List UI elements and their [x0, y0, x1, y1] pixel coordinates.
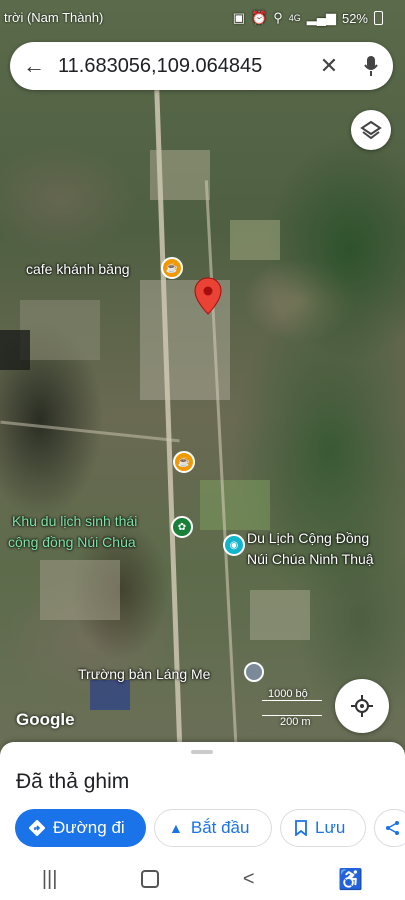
cafe-icon-2[interactable]: ☕: [173, 451, 195, 473]
signal-icon: ▂▄▆: [306, 10, 336, 25]
dropped-pin-icon[interactable]: [194, 277, 222, 315]
recent-apps-icon[interactable]: |||: [42, 868, 58, 891]
search-bar[interactable]: ← 11.683056,109.064845 ✕: [10, 42, 393, 90]
sheet-title: Đã thả ghim: [16, 770, 130, 793]
network-indicator: 4G: [288, 13, 301, 23]
tourism-camera-icon[interactable]: ◉: [223, 534, 245, 556]
layers-icon: [360, 120, 382, 140]
start-label: Bắt đầu: [190, 818, 250, 837]
status-left-text: trời (Nam Thành): [4, 10, 104, 25]
layers-button[interactable]: [351, 110, 391, 150]
scale-bar: 1000 bộ 200 m: [262, 688, 322, 728]
mic-icon[interactable]: [349, 55, 393, 77]
school-label[interactable]: Trường bản Láng Me: [78, 666, 210, 682]
navigation-arrow-icon: ▲: [169, 820, 183, 836]
scale-bottom: 200 m: [280, 716, 311, 728]
community-tourism-label-line2[interactable]: Núi Chúa Ninh Thuậ: [247, 551, 374, 567]
school-pin-icon[interactable]: [244, 662, 264, 682]
eco-tourism-label-line1[interactable]: Khu du lịch sinh thái: [12, 513, 137, 529]
back-icon[interactable]: <: [243, 868, 255, 891]
bookmark-icon: [295, 820, 307, 836]
alarm-icon: ⏰: [251, 10, 268, 25]
battery-icon: [374, 11, 383, 25]
directions-icon: [29, 820, 45, 836]
google-logo: Google: [16, 710, 75, 729]
home-icon[interactable]: [141, 870, 160, 888]
eco-tourism-label-line2[interactable]: cộng đồng Núi Chúa: [8, 534, 136, 550]
save-label: Lưu: [315, 818, 346, 837]
share-icon: [386, 821, 399, 835]
start-button[interactable]: ▲ Bắt đầu: [154, 809, 272, 847]
cafe-icon[interactable]: ☕: [161, 257, 183, 279]
satellite-map[interactable]: [0, 0, 405, 760]
cafe-label[interactable]: cafe khánh băng: [26, 261, 130, 277]
crosshair-icon: [351, 695, 373, 717]
directions-label: Đường đi: [53, 818, 125, 837]
community-tourism-label-line1[interactable]: Du Lịch Cộng Đồng: [247, 530, 369, 546]
location-icon: ⚲: [273, 10, 283, 25]
accessibility-icon[interactable]: ♿: [338, 867, 363, 892]
clear-icon[interactable]: ✕: [309, 53, 349, 79]
battery-text: 52%: [341, 10, 368, 26]
search-query[interactable]: 11.683056,109.064845: [58, 55, 309, 78]
sheet-handle[interactable]: [191, 750, 213, 754]
scale-top: 1000 bộ: [268, 688, 308, 700]
my-location-button[interactable]: [335, 679, 389, 733]
directions-button[interactable]: Đường đi: [15, 809, 146, 847]
park-icon[interactable]: ✿: [171, 516, 193, 538]
save-button[interactable]: Lưu: [280, 809, 366, 847]
back-arrow-icon[interactable]: ←: [10, 53, 58, 79]
status-bar: trời (Nam Thành) ▣ ⏰ ⚲ 4G ▂▄▆ 52%: [0, 0, 405, 40]
share-button[interactable]: [374, 809, 405, 847]
notification-icon: ▣: [232, 10, 246, 25]
system-nav-bar: ||| < ♿: [0, 858, 405, 900]
